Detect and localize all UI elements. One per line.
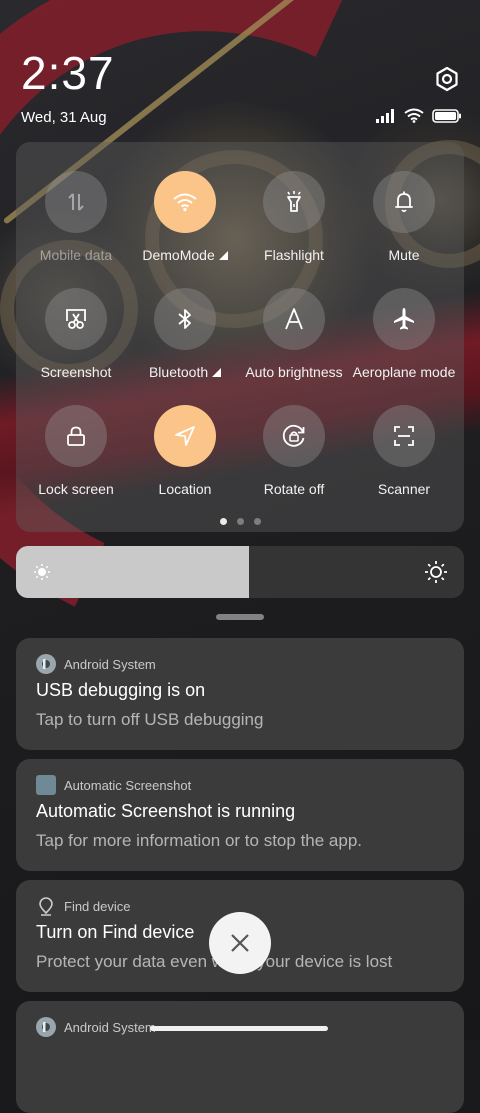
tile-scanner-toggle[interactable] — [373, 405, 435, 467]
close-icon — [231, 934, 249, 952]
notification-body: Tap for more information or to stop the … — [36, 831, 363, 850]
page-indicator — [0, 518, 480, 525]
brightness-slider[interactable] — [16, 546, 464, 598]
tile-screenshot[interactable]: Screenshot — [20, 288, 132, 380]
clear-all-button[interactable] — [209, 912, 271, 974]
tile-label: Mute — [388, 247, 420, 263]
android-system-icon — [36, 654, 56, 674]
tile-label: Screenshot — [40, 364, 112, 380]
tile-mute-toggle[interactable] — [373, 171, 435, 233]
drag-handle[interactable] — [216, 614, 264, 620]
page-dot — [236, 518, 244, 525]
tile-screenshot-toggle[interactable] — [45, 288, 107, 350]
notification-app-name: Android System — [64, 1019, 156, 1035]
quick-settings-panel: Mobile data DemoMode Flashlight Mute Scr… — [16, 142, 464, 532]
tile-label-row: Bluetooth — [129, 364, 241, 380]
tile-location-toggle[interactable] — [154, 405, 216, 467]
clock: 2:37 — [21, 47, 115, 99]
notification-header: Android System — [36, 654, 156, 674]
tile-auto-brightness[interactable]: Auto brightness — [238, 288, 350, 380]
tile-flashlight[interactable]: Flashlight — [238, 171, 350, 263]
notification-header: Android System — [36, 1017, 156, 1037]
find-device-icon — [39, 897, 53, 916]
tile-rotate-toggle[interactable] — [263, 405, 325, 467]
tile-lock-screen[interactable]: Lock screen — [20, 405, 132, 497]
bluetooth-icon — [178, 309, 191, 329]
tile-flashlight-toggle[interactable] — [263, 171, 325, 233]
rotate-lock-icon — [282, 424, 305, 447]
location-icon — [175, 426, 195, 446]
tile-label: Scanner — [377, 481, 431, 497]
flashlight-icon — [287, 191, 301, 212]
notification-header: Automatic Screenshot — [36, 775, 191, 795]
tile-mobile-data-toggle[interactable] — [45, 171, 107, 233]
gear-icon — [436, 66, 458, 92]
tile-bluetooth-toggle[interactable] — [154, 288, 216, 350]
tile-label-row: DemoMode — [129, 247, 241, 263]
battery-icon — [432, 108, 461, 123]
notification-header: Find device — [36, 896, 130, 916]
brightness-high-icon — [425, 561, 447, 583]
notification-title: Automatic Screenshot is running — [36, 801, 296, 821]
tile-demomode[interactable]: DemoMode — [129, 171, 241, 263]
tile-aeroplane-toggle[interactable] — [373, 288, 435, 350]
tile-lock-screen-toggle[interactable] — [45, 405, 107, 467]
tile-auto-brightness-toggle[interactable] — [263, 288, 325, 350]
expand-corner-icon — [212, 368, 222, 377]
status-bar-icons — [376, 108, 462, 123]
airplane-icon — [394, 308, 414, 330]
tile-location[interactable]: Location — [129, 405, 241, 497]
settings-button[interactable] — [432, 64, 462, 94]
tile-label: Rotate off — [263, 481, 325, 497]
tile-scanner[interactable]: Scanner — [348, 405, 460, 497]
tile-label: Bluetooth — [148, 364, 209, 380]
wifi-status-icon — [404, 108, 424, 123]
auto-brightness-icon — [285, 308, 303, 330]
notification-app-name: Automatic Screenshot — [64, 777, 192, 793]
notification-card[interactable]: Android System — [16, 1001, 464, 1113]
tile-label: Mobile data — [39, 247, 113, 263]
tile-label: Flashlight — [264, 247, 324, 263]
notification-body: Tap to turn off USB debugging — [36, 710, 264, 729]
notification-app-name: Find device — [64, 898, 131, 914]
page-dot — [253, 518, 261, 525]
notification-card[interactable]: Automatic Screenshot Automatic Screensho… — [16, 759, 464, 871]
tile-bluetooth[interactable]: Bluetooth — [129, 288, 241, 380]
bell-icon — [395, 191, 413, 213]
tile-label: Aeroplane mode — [352, 364, 456, 380]
tile-label: Lock screen — [38, 481, 114, 497]
tile-rotate-off[interactable]: Rotate off — [238, 405, 350, 497]
lock-icon — [67, 426, 85, 446]
expand-corner-icon — [218, 251, 228, 260]
wifi-icon — [173, 193, 197, 212]
android-system-icon — [36, 1017, 56, 1037]
tile-aeroplane-mode[interactable]: Aeroplane mode — [348, 288, 460, 380]
brightness-low-icon — [34, 564, 50, 580]
automatic-screenshot-icon — [36, 775, 56, 795]
mobile-data-icon — [68, 193, 84, 211]
tile-label: Auto brightness — [245, 364, 343, 380]
notification-card[interactable]: Android System USB debugging is on Tap t… — [16, 638, 464, 750]
notification-title: Turn on Find device — [36, 922, 195, 942]
tile-mobile-data[interactable]: Mobile data — [20, 171, 132, 263]
tile-demomode-toggle[interactable] — [154, 171, 216, 233]
tile-mute[interactable]: Mute — [348, 171, 460, 263]
home-indicator[interactable] — [150, 1026, 328, 1031]
date: Wed, 31 Aug — [21, 109, 107, 126]
signal-icon — [376, 108, 394, 123]
page-dot — [219, 518, 227, 525]
notification-app-name: Android System — [64, 656, 156, 672]
tile-label: DemoMode — [142, 247, 215, 263]
scanner-icon — [394, 426, 414, 446]
notification-title: USB debugging is on — [36, 680, 206, 700]
screenshot-icon — [66, 309, 86, 329]
tile-label: Location — [158, 481, 212, 497]
